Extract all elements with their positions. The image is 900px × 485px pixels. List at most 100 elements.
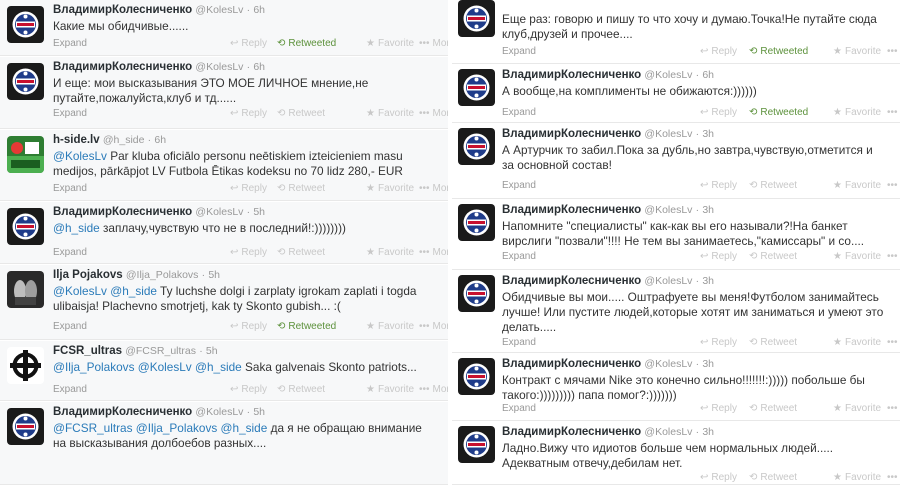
more-button[interactable]: •••More xyxy=(887,46,900,57)
reply-button[interactable]: ↩ Reply xyxy=(230,321,267,332)
expand-link[interactable]: Expand xyxy=(53,247,87,258)
avatar[interactable] xyxy=(7,136,44,173)
author-name[interactable]: h-side.lv xyxy=(53,134,100,146)
mention-link[interactable]: @h_side xyxy=(195,360,242,374)
mention-link[interactable]: @h_side xyxy=(53,221,100,235)
more-button[interactable]: •••More xyxy=(887,251,900,262)
expand-link[interactable]: Expand xyxy=(53,108,87,119)
tweet-timestamp[interactable]: 3h xyxy=(702,204,714,216)
retweet-button[interactable]: ⟲ Retweet xyxy=(749,251,797,262)
tweet-timestamp[interactable]: 3h xyxy=(702,128,714,140)
mention-link[interactable]: @h_side xyxy=(221,421,268,435)
retweet-button[interactable]: ⟲ Retweeted xyxy=(749,107,808,118)
author-handle[interactable]: @KolesLv xyxy=(644,128,692,140)
tweet-timestamp[interactable]: 3h xyxy=(702,275,714,287)
author-handle[interactable]: @KolesLv xyxy=(195,61,243,73)
reply-button[interactable]: ↩ Reply xyxy=(230,38,267,49)
tweet-timestamp[interactable]: 5h xyxy=(206,345,218,357)
author-handle[interactable]: @FCSR_ultras xyxy=(125,345,196,357)
mention-link[interactable]: @KolesLv xyxy=(138,360,192,374)
more-button[interactable]: •••More xyxy=(887,403,900,414)
retweet-button[interactable]: ⟲ Retweet xyxy=(277,384,325,395)
reply-button[interactable]: ↩ Reply xyxy=(700,180,737,191)
retweet-button[interactable]: ⟲ Retweet xyxy=(749,337,797,348)
avatar[interactable] xyxy=(458,204,495,241)
author-name[interactable]: ВладимирКолесниченко xyxy=(502,426,641,438)
author-name[interactable]: ВладимирКолесниченко xyxy=(53,206,192,218)
avatar[interactable] xyxy=(7,271,44,308)
avatar[interactable] xyxy=(458,275,495,312)
mention-link[interactable]: @FCSR_ultras xyxy=(53,421,133,435)
avatar[interactable] xyxy=(458,69,495,106)
reply-button[interactable]: ↩ Reply xyxy=(230,108,267,119)
expand-link[interactable]: Expand xyxy=(502,251,536,262)
author-handle[interactable]: @KolesLv xyxy=(195,406,243,418)
retweet-button[interactable]: ⟲ Retweet xyxy=(749,472,797,483)
more-button[interactable]: •••More xyxy=(887,107,900,118)
mention-link[interactable]: @KolesLv xyxy=(53,284,107,298)
author-handle[interactable]: @KolesLv xyxy=(195,206,243,218)
expand-link[interactable]: Expand xyxy=(502,46,536,57)
tweet-timestamp[interactable]: 3h xyxy=(702,358,714,370)
favorite-button[interactable]: ★ Favorite xyxy=(833,403,881,414)
author-handle[interactable]: @Ilja_Polakovs xyxy=(126,269,199,281)
expand-link[interactable]: Expand xyxy=(502,337,536,348)
author-name[interactable]: ВладимирКолесниченко xyxy=(502,204,641,216)
more-button[interactable]: •••More xyxy=(419,38,448,49)
mention-link[interactable]: @h_side xyxy=(110,284,157,298)
author-name[interactable]: ВладимирКолесниченко xyxy=(502,358,641,370)
reply-button[interactable]: ↩ Reply xyxy=(230,247,267,258)
expand-link[interactable]: Expand xyxy=(53,183,87,194)
favorite-button[interactable]: ★ Favorite xyxy=(366,183,414,194)
retweet-button[interactable]: ⟲ Retweeted xyxy=(277,321,336,332)
avatar[interactable] xyxy=(458,358,495,395)
author-handle[interactable]: @KolesLv xyxy=(644,204,692,216)
tweet-timestamp[interactable]: 3h xyxy=(702,426,714,438)
avatar[interactable] xyxy=(7,347,44,384)
author-name[interactable]: ВладимирКолесниченко xyxy=(502,128,641,140)
author-name[interactable]: Ilja Pojakovs xyxy=(53,269,123,281)
expand-link[interactable]: Expand xyxy=(53,321,87,332)
reply-button[interactable]: ↩ Reply xyxy=(700,403,737,414)
expand-link[interactable]: Expand xyxy=(502,107,536,118)
reply-button[interactable]: ↩ Reply xyxy=(700,337,737,348)
favorite-button[interactable]: ★ Favorite xyxy=(366,247,414,258)
tweet-timestamp[interactable]: 5h xyxy=(208,269,220,281)
more-button[interactable]: •••More xyxy=(887,180,900,191)
mention-link[interactable]: @Ilja_Polakovs xyxy=(136,421,217,435)
favorite-button[interactable]: ★ Favorite xyxy=(833,337,881,348)
retweet-button[interactable]: ⟲ Retweet xyxy=(277,108,325,119)
favorite-button[interactable]: ★ Favorite xyxy=(366,108,414,119)
reply-button[interactable]: ↩ Reply xyxy=(700,46,737,57)
expand-link[interactable]: Expand xyxy=(502,403,536,414)
tweet-timestamp[interactable]: 6h xyxy=(154,134,166,146)
author-name[interactable]: FCSR_ultras xyxy=(53,345,122,357)
tweet-timestamp[interactable]: 6h xyxy=(253,4,265,16)
author-handle[interactable]: @KolesLv xyxy=(195,4,243,16)
more-button[interactable]: •••More xyxy=(419,108,448,119)
avatar[interactable] xyxy=(7,63,44,100)
retweet-button[interactable]: ⟲ Retweet xyxy=(749,180,797,191)
reply-button[interactable]: ↩ Reply xyxy=(700,251,737,262)
avatar[interactable] xyxy=(458,128,495,165)
more-button[interactable]: •••More xyxy=(419,321,448,332)
expand-link[interactable]: Expand xyxy=(53,38,87,49)
favorite-button[interactable]: ★ Favorite xyxy=(366,38,414,49)
more-button[interactable]: •••More xyxy=(419,183,448,194)
reply-button[interactable]: ↩ Reply xyxy=(700,107,737,118)
retweet-button[interactable]: ⟲ Retweet xyxy=(749,403,797,414)
mention-link[interactable]: @KolesLv xyxy=(53,149,107,163)
author-name[interactable]: ВладимирКолесниченко xyxy=(53,61,192,73)
avatar[interactable] xyxy=(7,408,44,445)
author-handle[interactable]: @KolesLv xyxy=(644,275,692,287)
favorite-button[interactable]: ★ Favorite xyxy=(833,251,881,262)
reply-button[interactable]: ↩ Reply xyxy=(230,183,267,194)
retweet-button[interactable]: ⟲ Retweet xyxy=(277,247,325,258)
tweet-timestamp[interactable]: 5h xyxy=(253,206,265,218)
favorite-button[interactable]: ★ Favorite xyxy=(833,180,881,191)
more-button[interactable]: •••More xyxy=(887,337,900,348)
author-handle[interactable]: @h_side xyxy=(103,134,145,146)
avatar[interactable] xyxy=(7,6,44,43)
author-handle[interactable]: @KolesLv xyxy=(644,69,692,81)
reply-button[interactable]: ↩ Reply xyxy=(700,472,737,483)
